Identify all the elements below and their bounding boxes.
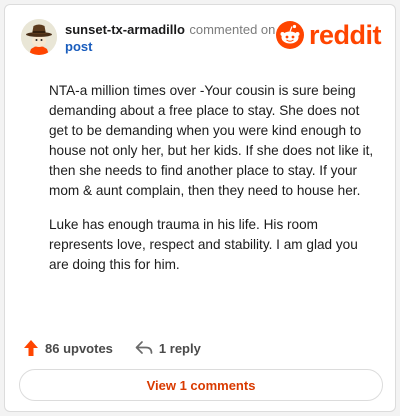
upvote-count: 86 upvotes xyxy=(45,340,113,356)
comment-card: sunset-tx-armadillo commented on post re… xyxy=(4,4,396,412)
reddit-logo[interactable]: reddit xyxy=(275,20,382,50)
view-comments-button[interactable]: View 1 comments xyxy=(19,369,383,401)
avatar-cowboy-icon xyxy=(21,19,57,55)
commented-on-text: commented on xyxy=(189,22,276,37)
reply-count: 1 reply xyxy=(158,340,201,356)
comment-paragraph: NTA-a million times over -Your cousin is… xyxy=(49,83,374,198)
comment-meta: sunset-tx-armadillo commented on post xyxy=(65,21,285,55)
reply-button[interactable]: 1 reply xyxy=(135,340,201,356)
post-link[interactable]: post xyxy=(65,38,285,55)
reply-arrow-icon xyxy=(135,341,153,354)
reddit-wordmark: reddit xyxy=(308,20,382,50)
comment-paragraph: Luke has enough trauma in his life. His … xyxy=(49,217,358,272)
username-link[interactable]: sunset-tx-armadillo xyxy=(65,22,185,37)
upvote-button[interactable]: 86 upvotes xyxy=(23,339,113,357)
reddit-snoo-icon xyxy=(275,21,304,49)
comment-actions: 86 upvotes 1 reply xyxy=(23,337,223,359)
upvote-arrow-icon xyxy=(24,340,38,356)
comment-header: sunset-tx-armadillo commented on post re… xyxy=(17,15,385,61)
comment-body: NTA-a million times over -Your cousin is… xyxy=(49,81,381,289)
user-avatar[interactable] xyxy=(21,19,57,55)
